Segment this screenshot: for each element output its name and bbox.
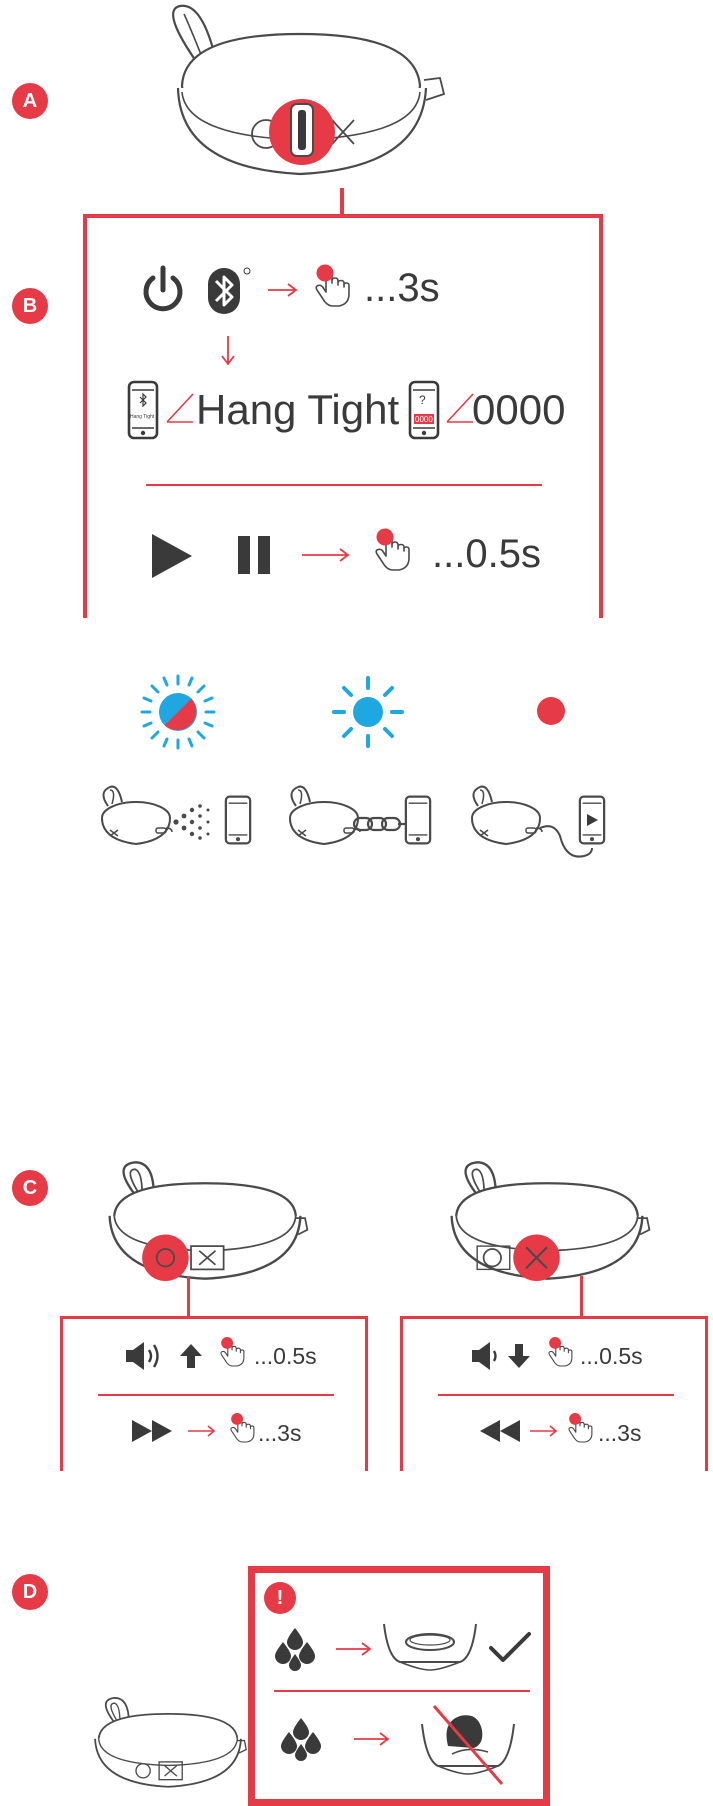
- arrow-right-icon: [336, 1642, 372, 1656]
- pairing-hold-label: ...3s: [364, 266, 440, 310]
- volume-up-icon: [126, 1342, 159, 1370]
- speaker-illustration-c-left: [100, 1160, 310, 1282]
- box-c-left-left: [60, 1316, 63, 1471]
- arrow-right-icon: [302, 548, 350, 562]
- speaker-illustration-a: [172, 4, 446, 176]
- arrow-right-icon: [530, 1425, 558, 1437]
- play-icon: [152, 534, 192, 578]
- divider-c-left: [98, 1394, 334, 1396]
- right-volume-hold-label: ...0.5s: [580, 1343, 643, 1369]
- phone-icon: [408, 380, 440, 440]
- red-dot-icon: [537, 697, 565, 725]
- chain-icon: [352, 816, 410, 832]
- hand-press-icon: [218, 1336, 246, 1368]
- speaker-icon: [466, 784, 546, 854]
- box-c-right-right: [705, 1316, 708, 1471]
- badge-c: C: [12, 1170, 48, 1206]
- pin-text: 0000: [472, 386, 566, 433]
- bluetooth-icon: [208, 267, 251, 314]
- badge-a: A: [12, 83, 48, 119]
- arrow-right-icon: [354, 1732, 390, 1746]
- box-b-top: [83, 214, 603, 218]
- pin-screen-code: 0000: [415, 415, 433, 424]
- hand-press-icon: [312, 264, 352, 308]
- connector-line-c-right: [580, 1276, 583, 1318]
- volume-down-icon: [472, 1342, 497, 1370]
- play-icon: [587, 814, 598, 826]
- phone-icon: [404, 794, 432, 846]
- box-c-right-top: [400, 1316, 708, 1319]
- slash-icon: [446, 393, 474, 423]
- sun-solid-icon: [332, 676, 404, 748]
- arrow-right-icon: [188, 1425, 216, 1437]
- arrow-right-icon: [268, 283, 298, 297]
- divider-b: [146, 484, 542, 486]
- box-b-left: [83, 214, 87, 618]
- arrow-up-icon: [180, 1344, 202, 1368]
- speaker-illustration-c-right: [442, 1160, 652, 1282]
- box-c-left-top: [60, 1316, 368, 1319]
- box-c-left-right: [365, 1316, 368, 1471]
- hand-press-icon: [566, 1412, 594, 1444]
- pairing-dots-icon: [173, 804, 210, 840]
- rewind-icon: [480, 1420, 520, 1442]
- divider-c-right: [438, 1394, 674, 1396]
- hand-press-icon: [372, 528, 412, 572]
- left-volume-hold-label: ...0.5s: [254, 1343, 317, 1369]
- phone-icon: [127, 380, 159, 440]
- fast-forward-icon: [132, 1420, 172, 1442]
- pin-screen-question: ?: [419, 393, 426, 407]
- play-pause-hold-label: ...0.5s: [432, 532, 541, 576]
- box-b-right: [599, 214, 603, 618]
- slash-icon: [166, 393, 194, 423]
- water-drops-icon: [275, 1628, 315, 1671]
- water-drops-icon: [281, 1718, 321, 1761]
- arrow-down-icon: [508, 1344, 530, 1368]
- connector-line-c-left: [187, 1276, 190, 1318]
- badge-b: B: [12, 288, 48, 324]
- box-c-right-left: [400, 1316, 403, 1471]
- divider-d: [274, 1690, 530, 1692]
- checkmark-icon: [489, 1632, 531, 1662]
- pause-icon: [238, 536, 270, 574]
- speaker-illustration-d: [88, 1696, 248, 1794]
- badge-d: D: [12, 1574, 48, 1610]
- port-cover-open-icon: [421, 1705, 515, 1785]
- phone-screen-text: Hang Tight: [130, 414, 155, 420]
- hand-press-icon: [546, 1336, 574, 1368]
- hand-press-icon: [228, 1412, 256, 1444]
- warning-icon: !: [264, 1582, 296, 1614]
- speaker-icon: [96, 784, 176, 854]
- left-skip-hold-label: ...3s: [258, 1420, 302, 1446]
- phone-icon: [224, 794, 252, 846]
- right-skip-hold-label: ...3s: [598, 1420, 642, 1446]
- arrow-down-icon: [221, 336, 235, 366]
- power-icon: [143, 265, 183, 312]
- connector-line-a: [340, 188, 344, 214]
- port-cover-closed-icon: [383, 1623, 477, 1671]
- hang-tight-text: Hang Tight: [196, 386, 400, 433]
- sun-flashing-icon: [140, 674, 216, 750]
